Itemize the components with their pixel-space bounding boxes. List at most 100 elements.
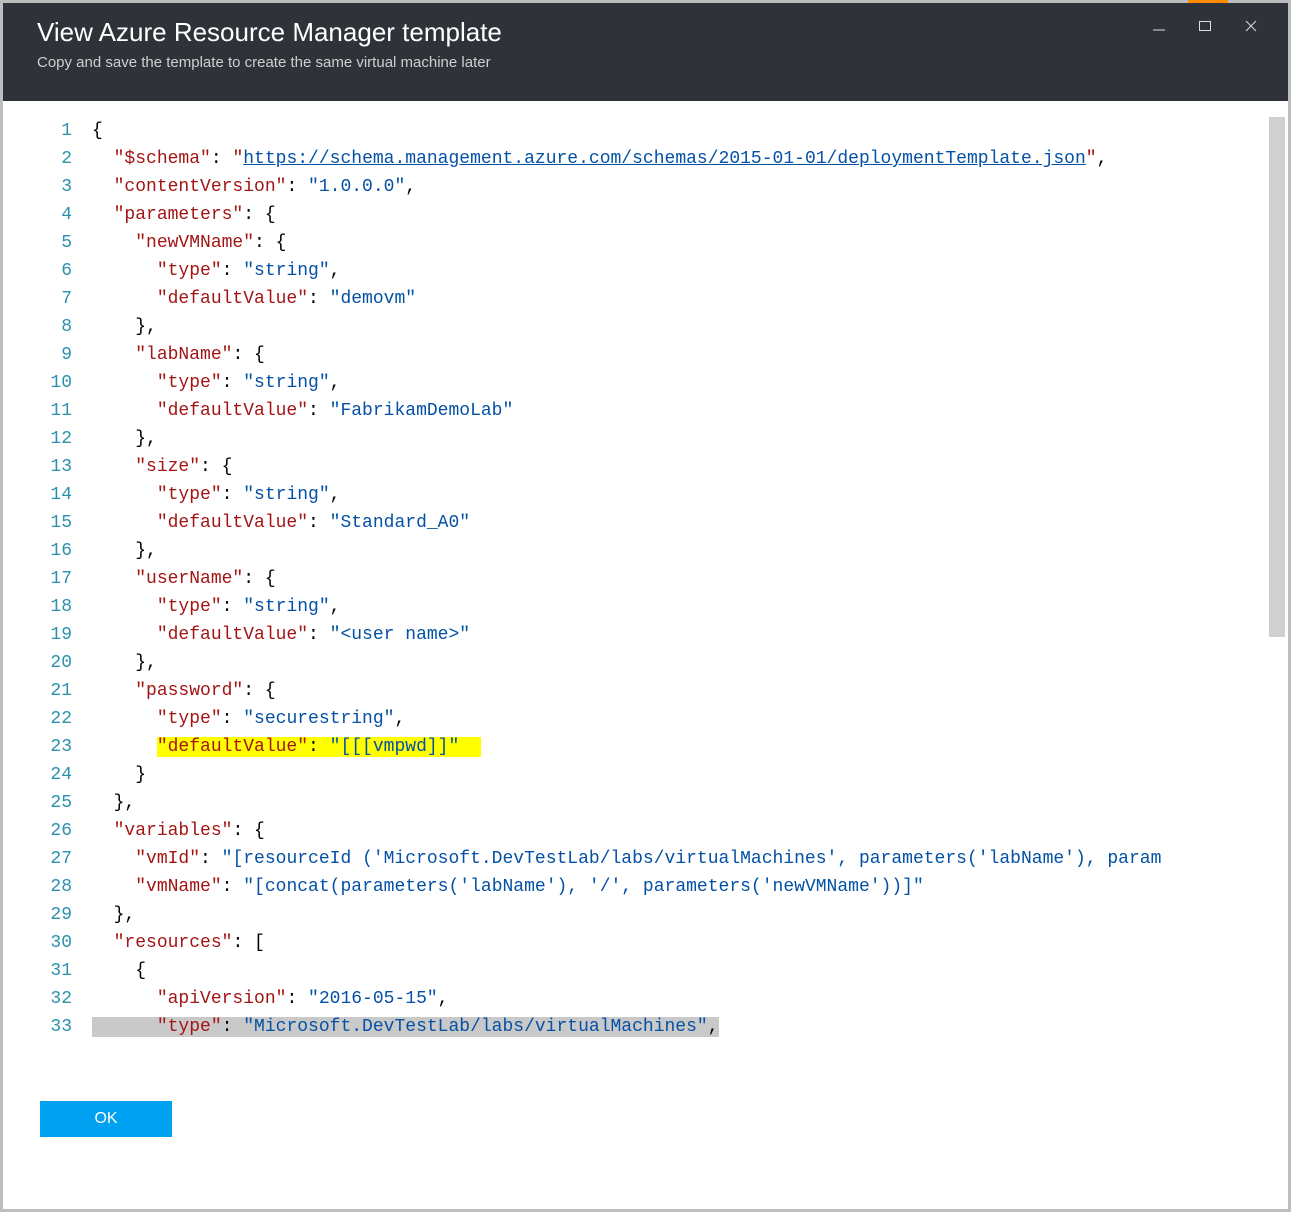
token-txt: }, xyxy=(135,541,157,561)
line-number: 2 xyxy=(6,145,92,173)
token-txt: : xyxy=(286,989,308,1009)
token-str: "[concat(parameters('labName'), '/', par… xyxy=(243,877,924,897)
token-txt: : { xyxy=(232,345,264,365)
token-txt: : xyxy=(308,289,330,309)
code-editor[interactable]: 1{2 "$schema": "https://schema.managemen… xyxy=(6,101,1285,1125)
token-txt: }, xyxy=(135,653,157,673)
token-key: "defaultValue" xyxy=(157,513,308,533)
line-number: 13 xyxy=(6,453,92,481)
ok-button[interactable]: OK xyxy=(40,1101,172,1137)
code-line[interactable]: 13 "size": { xyxy=(6,453,1285,481)
minimize-button[interactable] xyxy=(1136,11,1182,41)
token-key: "contentVersion" xyxy=(114,177,287,197)
line-number: 32 xyxy=(6,985,92,1013)
line-number: 29 xyxy=(6,901,92,929)
code-line[interactable]: 25 }, xyxy=(6,789,1285,817)
token-txt: : xyxy=(308,625,330,645)
token-key: "defaultValue" xyxy=(157,737,308,757)
line-number: 9 xyxy=(6,341,92,369)
code-line[interactable]: 12 }, xyxy=(6,425,1285,453)
token-txt: , xyxy=(405,177,416,197)
token-txt: , xyxy=(330,597,341,617)
token-txt: }, xyxy=(135,429,157,449)
line-number: 16 xyxy=(6,537,92,565)
code-line[interactable]: 2 "$schema": "https://schema.management.… xyxy=(6,145,1285,173)
token-txt: , xyxy=(438,989,449,1009)
token-str: "Standard_A0" xyxy=(330,513,470,533)
line-number: 24 xyxy=(6,761,92,789)
token-key: "apiVersion" xyxy=(157,989,287,1009)
code-line[interactable]: 23 "defaultValue": "[[[vmpwd]]" xyxy=(6,733,1285,761)
token-txt: : xyxy=(222,485,244,505)
token-key: "defaultValue" xyxy=(157,625,308,645)
line-number: 22 xyxy=(6,705,92,733)
line-number: 21 xyxy=(6,677,92,705)
code-line[interactable]: 21 "password": { xyxy=(6,677,1285,705)
code-line[interactable]: 10 "type": "string", xyxy=(6,369,1285,397)
token-key: "$schema" xyxy=(114,149,211,169)
code-line[interactable]: 28 "vmName": "[concat(parameters('labNam… xyxy=(6,873,1285,901)
code-line[interactable]: 7 "defaultValue": "demovm" xyxy=(6,285,1285,313)
line-number: 18 xyxy=(6,593,92,621)
token-url: https://schema.management.azure.com/sche… xyxy=(243,149,1086,169)
token-txt: , xyxy=(394,709,405,729)
code-line[interactable]: 33 "type": "Microsoft.DevTestLab/labs/vi… xyxy=(6,1013,1285,1041)
token-key: " xyxy=(1086,149,1097,169)
code-line[interactable]: 6 "type": "string", xyxy=(6,257,1285,285)
code-line[interactable]: 29 }, xyxy=(6,901,1285,929)
code-line[interactable]: 20 }, xyxy=(6,649,1285,677)
code-line[interactable]: 18 "type": "string", xyxy=(6,593,1285,621)
token-key: "defaultValue" xyxy=(157,401,308,421)
code-line[interactable]: 32 "apiVersion": "2016-05-15", xyxy=(6,985,1285,1013)
token-txt: , xyxy=(330,373,341,393)
code-line[interactable]: 31 { xyxy=(6,957,1285,985)
code-line[interactable]: 3 "contentVersion": "1.0.0.0", xyxy=(6,173,1285,201)
token-key: "type" xyxy=(157,261,222,281)
line-number: 17 xyxy=(6,565,92,593)
code-line[interactable]: 17 "userName": { xyxy=(6,565,1285,593)
token-str: "Microsoft.DevTestLab/labs/virtualMachin… xyxy=(243,1017,707,1037)
code-line[interactable]: 5 "newVMName": { xyxy=(6,229,1285,257)
code-line[interactable]: 24 } xyxy=(6,761,1285,789)
line-number: 19 xyxy=(6,621,92,649)
scrollbar-vertical[interactable] xyxy=(1269,117,1285,637)
titlebar: View Azure Resource Manager template Cop… xyxy=(3,3,1288,101)
close-button[interactable] xyxy=(1228,11,1274,41)
line-number: 30 xyxy=(6,929,92,957)
line-number: 15 xyxy=(6,509,92,537)
code-line[interactable]: 4 "parameters": { xyxy=(6,201,1285,229)
token-str: "2016-05-15" xyxy=(308,989,438,1009)
maximize-icon xyxy=(1198,19,1212,33)
token-txt: , xyxy=(1097,149,1108,169)
token-key: " xyxy=(232,149,243,169)
line-number: 28 xyxy=(6,873,92,901)
code-line[interactable]: 9 "labName": { xyxy=(6,341,1285,369)
token-str: "string" xyxy=(243,597,329,617)
token-txt: }, xyxy=(135,317,157,337)
token-txt: : xyxy=(222,261,244,281)
code-line[interactable]: 19 "defaultValue": "<user name>" xyxy=(6,621,1285,649)
token-str: "[resourceId ('Microsoft.DevTestLab/labs… xyxy=(222,849,1162,869)
code-line[interactable]: 1{ xyxy=(6,117,1285,145)
token-key: "newVMName" xyxy=(135,233,254,253)
token-str: "string" xyxy=(243,485,329,505)
token-txt: , xyxy=(708,1017,719,1037)
token-key: "type" xyxy=(157,485,222,505)
code-line[interactable]: 8 }, xyxy=(6,313,1285,341)
token-txt: : { xyxy=(243,681,275,701)
token-txt: : { xyxy=(232,821,264,841)
token-txt: } xyxy=(135,765,146,785)
window-buttons xyxy=(1136,11,1274,41)
code-line[interactable]: 22 "type": "securestring", xyxy=(6,705,1285,733)
code-line[interactable]: 26 "variables": { xyxy=(6,817,1285,845)
code-line[interactable]: 11 "defaultValue": "FabrikamDemoLab" xyxy=(6,397,1285,425)
code-line[interactable]: 14 "type": "string", xyxy=(6,481,1285,509)
token-key: "userName" xyxy=(135,569,243,589)
code-line[interactable]: 27 "vmId": "[resourceId ('Microsoft.DevT… xyxy=(6,845,1285,873)
line-number: 6 xyxy=(6,257,92,285)
maximize-button[interactable] xyxy=(1182,11,1228,41)
code-line[interactable]: 15 "defaultValue": "Standard_A0" xyxy=(6,509,1285,537)
code-line[interactable]: 16 }, xyxy=(6,537,1285,565)
code-line[interactable]: 30 "resources": [ xyxy=(6,929,1285,957)
line-number: 7 xyxy=(6,285,92,313)
